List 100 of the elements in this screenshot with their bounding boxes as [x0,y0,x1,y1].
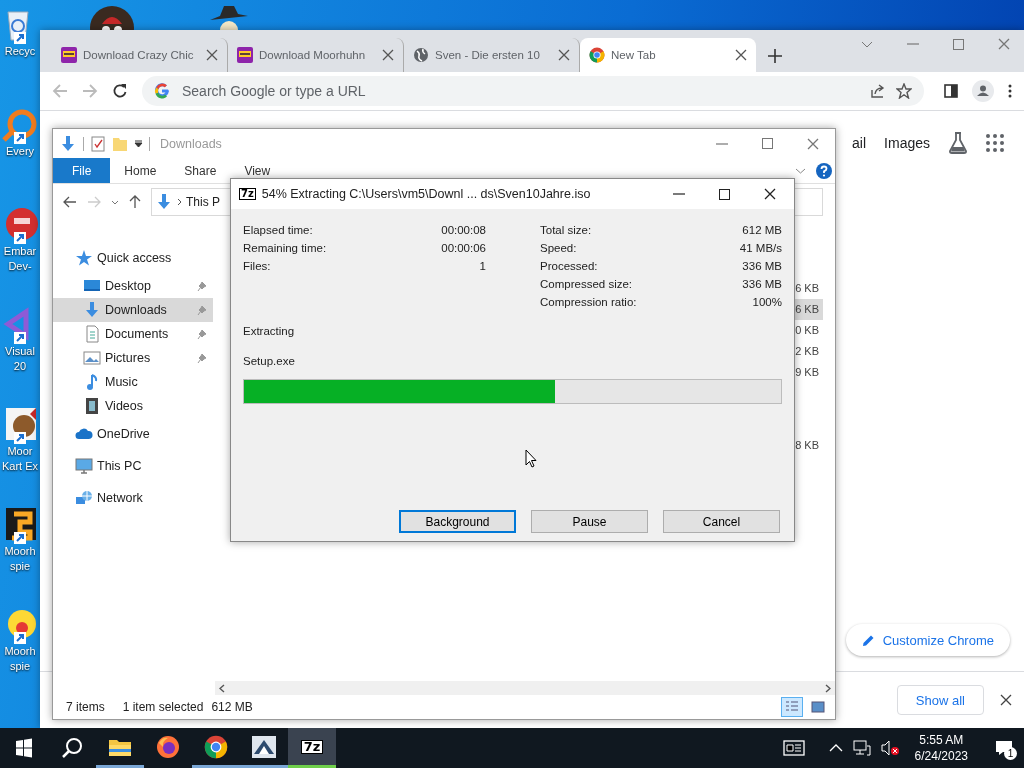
maximize-icon[interactable] [719,188,730,200]
customize-chrome-button[interactable]: Customize Chrome [845,624,1010,656]
nav-item[interactable]: Documents [53,322,213,346]
desktop-icon-label: Moorh spie [4,644,36,674]
stat-label: Files: [243,260,271,272]
picture-icon [83,349,101,367]
share-icon[interactable] [870,83,886,99]
stat-value: 100% [752,296,782,308]
menu-icon[interactable] [1008,84,1012,98]
profile-icon[interactable] [972,80,994,102]
chevron-up-icon[interactable] [828,744,843,752]
chevron-down-icon[interactable] [795,167,806,174]
game-icon [61,47,77,63]
pin-icon [197,304,207,316]
ribbon-tab[interactable]: Share [170,158,231,183]
dialog-title: 54% Extracting C:\Users\vm5\Downl ... ds\Sven10Jahre.iso [261,187,592,201]
chevron-down-icon[interactable] [111,199,119,205]
nav-item[interactable]: Network [53,482,213,514]
clock-time[interactable]: 5:55 AM [919,732,964,748]
side-panel-icon[interactable] [944,84,958,98]
star-icon[interactable] [896,83,912,99]
ribbon-tab[interactable]: File [53,158,111,183]
header-link[interactable]: ail [852,135,867,151]
nav-item[interactable]: Downloads [53,298,213,322]
current-file: Setup.exe [243,355,296,367]
operation-label: Extracting [243,325,296,337]
stat-label: Processed: [540,260,598,272]
file-size: 9 KB [794,365,820,380]
apps-grid-icon[interactable] [986,134,1004,152]
chrome-icon [204,734,228,759]
chevron-right-icon [177,198,182,206]
nav-item[interactable]: Desktop [53,274,213,298]
desktop-icon-label: Recyc [4,44,36,59]
dialog-button[interactable]: Pause [531,510,648,533]
nav-item[interactable]: Music [53,370,213,394]
stat-value: 336 MB [742,260,782,272]
nav-item[interactable]: Videos [53,394,213,418]
dropdown-icon[interactable] [134,139,143,148]
star-icon [75,249,93,267]
browser-tab[interactable]: Download Moorhuhn [228,38,404,72]
up-arrow-icon[interactable] [129,195,141,209]
ribbon-tab[interactable]: Home [110,158,171,183]
reload-icon[interactable] [112,83,128,99]
nav-item[interactable]: Quick access [53,242,213,274]
desktop-icon-label: Every [5,144,35,159]
pencil-icon [861,633,875,647]
address-bar[interactable]: Search Google or type a URL [142,76,924,106]
chevron-down-icon[interactable] [861,40,873,48]
stat-value: 41 MB/s [739,242,782,254]
help-icon[interactable] [816,162,832,179]
7z-logo: 7z [239,188,256,200]
new-tab-icon[interactable] [768,49,782,63]
properties-icon[interactable] [90,135,106,152]
list-icon [785,700,799,714]
browser-tab[interactable]: Download Crazy Chic [52,38,228,72]
stat-label: Total size: [540,224,592,236]
browser-tab[interactable]: New Tab [580,38,756,72]
news-icon[interactable] [782,740,805,756]
desktop-icon-label: Moor Kart Ex [1,444,39,474]
desktop-icon-label: Moorh spie [4,544,36,574]
film-icon [83,397,101,415]
item-count: 7 items [66,700,105,714]
network-icon[interactable] [852,740,871,756]
window-title: Downloads [160,136,223,151]
google-icon [154,83,170,99]
close-icon[interactable] [764,188,776,200]
download-icon [155,193,173,211]
back-icon[interactable] [63,196,77,208]
7z-logo: 7z [300,739,324,754]
document-icon [83,325,101,343]
muted-speaker-icon[interactable] [880,740,899,756]
stat-value: 1 [479,260,486,272]
file-size: 8 KB [794,438,820,453]
download-icon [59,134,77,153]
taskbar-button[interactable]: 7z [288,728,336,768]
close-icon[interactable] [735,49,747,61]
close-icon[interactable] [1000,694,1012,706]
stat-label: Remaining time: [243,242,327,254]
stat-label: Compressed size: [540,278,633,290]
download-icon [83,301,101,319]
scroll-right-icon[interactable] [825,683,831,693]
nav-item[interactable]: This PC [53,450,213,482]
stat-value: 00:00:06 [441,242,486,254]
clock-date[interactable]: 6/24/2023 [914,748,968,764]
scroll-left-icon[interactable] [219,683,225,693]
dialog-button[interactable]: Cancel [663,510,780,533]
computer-icon [75,457,93,475]
firefox-icon [156,734,180,759]
stat-value: 00:00:08 [441,224,486,236]
header-link[interactable]: Images [884,135,930,151]
nav-item[interactable]: Pictures [53,346,213,370]
stat-value: 612 MB [742,224,782,236]
pin-icon [197,280,207,292]
flask-icon[interactable] [948,132,968,154]
show-all-button[interactable]: Show all [896,685,984,715]
nav-item[interactable]: OneDrive [53,418,213,450]
file-size: 0 KB [794,323,820,338]
dialog-button[interactable]: Background [399,510,516,533]
pin-icon [197,352,207,364]
search-field[interactable]: Search Google or type a URL [180,82,860,100]
